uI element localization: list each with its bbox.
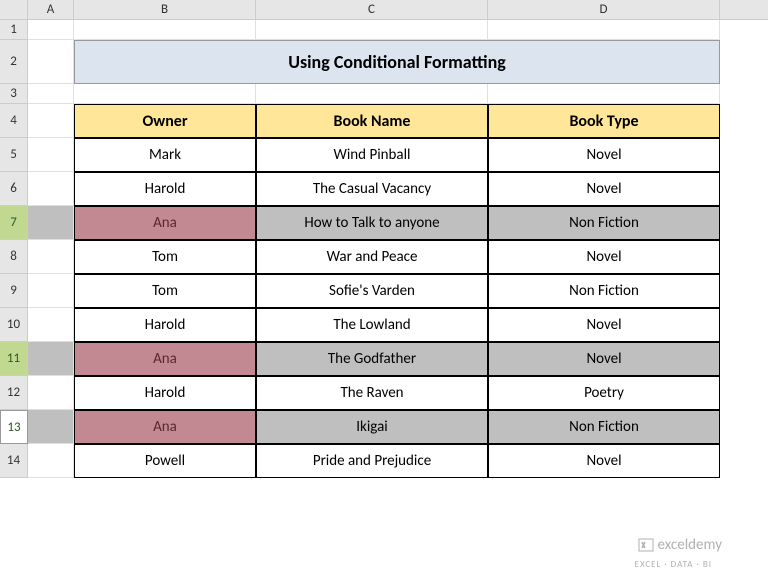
cell[interactable] [488, 20, 720, 40]
col-header-b[interactable]: B [74, 0, 256, 19]
type-cell[interactable]: Novel [488, 342, 720, 376]
row-headers: 1 2 3 4 5 6 7 8 9 10 11 12 13 14 [0, 20, 28, 478]
table-row: Tom Sofie's Varden Non Fiction [28, 274, 768, 308]
cell[interactable] [74, 20, 256, 40]
row-header-14[interactable]: 14 [0, 444, 28, 478]
owner-cell[interactable]: Ana [74, 410, 256, 444]
row-header-9[interactable]: 9 [0, 274, 28, 308]
table-row-highlighted: Ana Ikigai Non Fiction [28, 410, 768, 444]
owner-cell[interactable]: Tom [74, 274, 256, 308]
book-cell[interactable]: How to Talk to anyone [256, 206, 488, 240]
watermark-text: exceldemy [658, 536, 722, 554]
table-row: Harold The Casual Vacancy Novel [28, 172, 768, 206]
col-header-a[interactable]: A [28, 0, 74, 19]
cell[interactable] [28, 40, 74, 84]
owner-cell[interactable]: Harold [74, 308, 256, 342]
book-cell[interactable]: The Raven [256, 376, 488, 410]
book-cell[interactable]: Pride and Prejudice [256, 444, 488, 478]
cell[interactable] [28, 444, 74, 478]
cell[interactable] [256, 84, 488, 104]
row-header-5[interactable]: 5 [0, 138, 28, 172]
owner-cell[interactable]: Powell [74, 444, 256, 478]
cell[interactable] [28, 376, 74, 410]
row-header-1[interactable]: 1 [0, 20, 28, 40]
header-type[interactable]: Book Type [488, 104, 720, 138]
book-cell[interactable]: War and Peace [256, 240, 488, 274]
cell[interactable] [28, 342, 74, 376]
cell[interactable] [28, 20, 74, 40]
watermark: exceldemy [638, 536, 722, 554]
row-3 [28, 84, 768, 104]
owner-cell[interactable]: Harold [74, 172, 256, 206]
cell[interactable] [488, 84, 720, 104]
type-cell[interactable]: Novel [488, 308, 720, 342]
row-header-6[interactable]: 6 [0, 172, 28, 206]
row-header-13[interactable]: 13 [0, 410, 28, 444]
row-header-3[interactable]: 3 [0, 84, 28, 104]
cell[interactable] [28, 138, 74, 172]
book-cell[interactable]: Sofie's Varden [256, 274, 488, 308]
column-headers: A B C D [0, 0, 768, 20]
spreadsheet-grid: A B C D 1 2 3 4 5 6 7 8 9 10 11 12 13 14… [0, 0, 768, 578]
type-cell[interactable]: Novel [488, 138, 720, 172]
cells-area: Using Conditional Formatting Owner Book … [28, 20, 768, 478]
cell[interactable] [28, 206, 74, 240]
row-header-11[interactable]: 11 [0, 342, 28, 376]
table-row-highlighted: Ana The Godfather Novel [28, 342, 768, 376]
cell[interactable] [28, 172, 74, 206]
row-header-10[interactable]: 10 [0, 308, 28, 342]
type-cell[interactable]: Poetry [488, 376, 720, 410]
row-header-7[interactable]: 7 [0, 206, 28, 240]
cell[interactable] [28, 274, 74, 308]
row-header-8[interactable]: 8 [0, 240, 28, 274]
type-cell[interactable]: Novel [488, 444, 720, 478]
cell[interactable] [28, 308, 74, 342]
owner-cell[interactable]: Ana [74, 206, 256, 240]
select-all-corner[interactable] [0, 0, 28, 19]
cell[interactable] [74, 84, 256, 104]
cell[interactable] [256, 20, 488, 40]
header-owner[interactable]: Owner [74, 104, 256, 138]
title-cell[interactable]: Using Conditional Formatting [74, 40, 720, 84]
row-2: Using Conditional Formatting [28, 40, 768, 84]
cell[interactable] [28, 240, 74, 274]
cell[interactable] [28, 104, 74, 138]
table-row: Harold The Raven Poetry [28, 376, 768, 410]
col-header-d[interactable]: D [488, 0, 720, 19]
type-cell[interactable]: Non Fiction [488, 206, 720, 240]
table-row: Powell Pride and Prejudice Novel [28, 444, 768, 478]
book-cell[interactable]: Wind Pinball [256, 138, 488, 172]
table-row: Mark Wind Pinball Novel [28, 138, 768, 172]
row-header-12[interactable]: 12 [0, 376, 28, 410]
col-header-c[interactable]: C [256, 0, 488, 19]
row-header-2[interactable]: 2 [0, 40, 28, 84]
book-cell[interactable]: The Lowland [256, 308, 488, 342]
row-1 [28, 20, 768, 40]
row-4: Owner Book Name Book Type [28, 104, 768, 138]
book-cell[interactable]: Ikigai [256, 410, 488, 444]
owner-cell[interactable]: Harold [74, 376, 256, 410]
owner-cell[interactable]: Tom [74, 240, 256, 274]
type-cell[interactable]: Novel [488, 240, 720, 274]
type-cell[interactable]: Non Fiction [488, 410, 720, 444]
header-book[interactable]: Book Name [256, 104, 488, 138]
book-cell[interactable]: The Godfather [256, 342, 488, 376]
row-header-4[interactable]: 4 [0, 104, 28, 138]
owner-cell[interactable]: Ana [74, 342, 256, 376]
table-row-highlighted: Ana How to Talk to anyone Non Fiction [28, 206, 768, 240]
owner-cell[interactable]: Mark [74, 138, 256, 172]
cell[interactable] [28, 84, 74, 104]
type-cell[interactable]: Novel [488, 172, 720, 206]
watermark-tagline: EXCEL · DATA · BI [635, 559, 712, 570]
cell[interactable] [28, 410, 74, 444]
book-cell[interactable]: The Casual Vacancy [256, 172, 488, 206]
table-row: Harold The Lowland Novel [28, 308, 768, 342]
type-cell[interactable]: Non Fiction [488, 274, 720, 308]
excel-icon [638, 537, 654, 553]
table-row: Tom War and Peace Novel [28, 240, 768, 274]
